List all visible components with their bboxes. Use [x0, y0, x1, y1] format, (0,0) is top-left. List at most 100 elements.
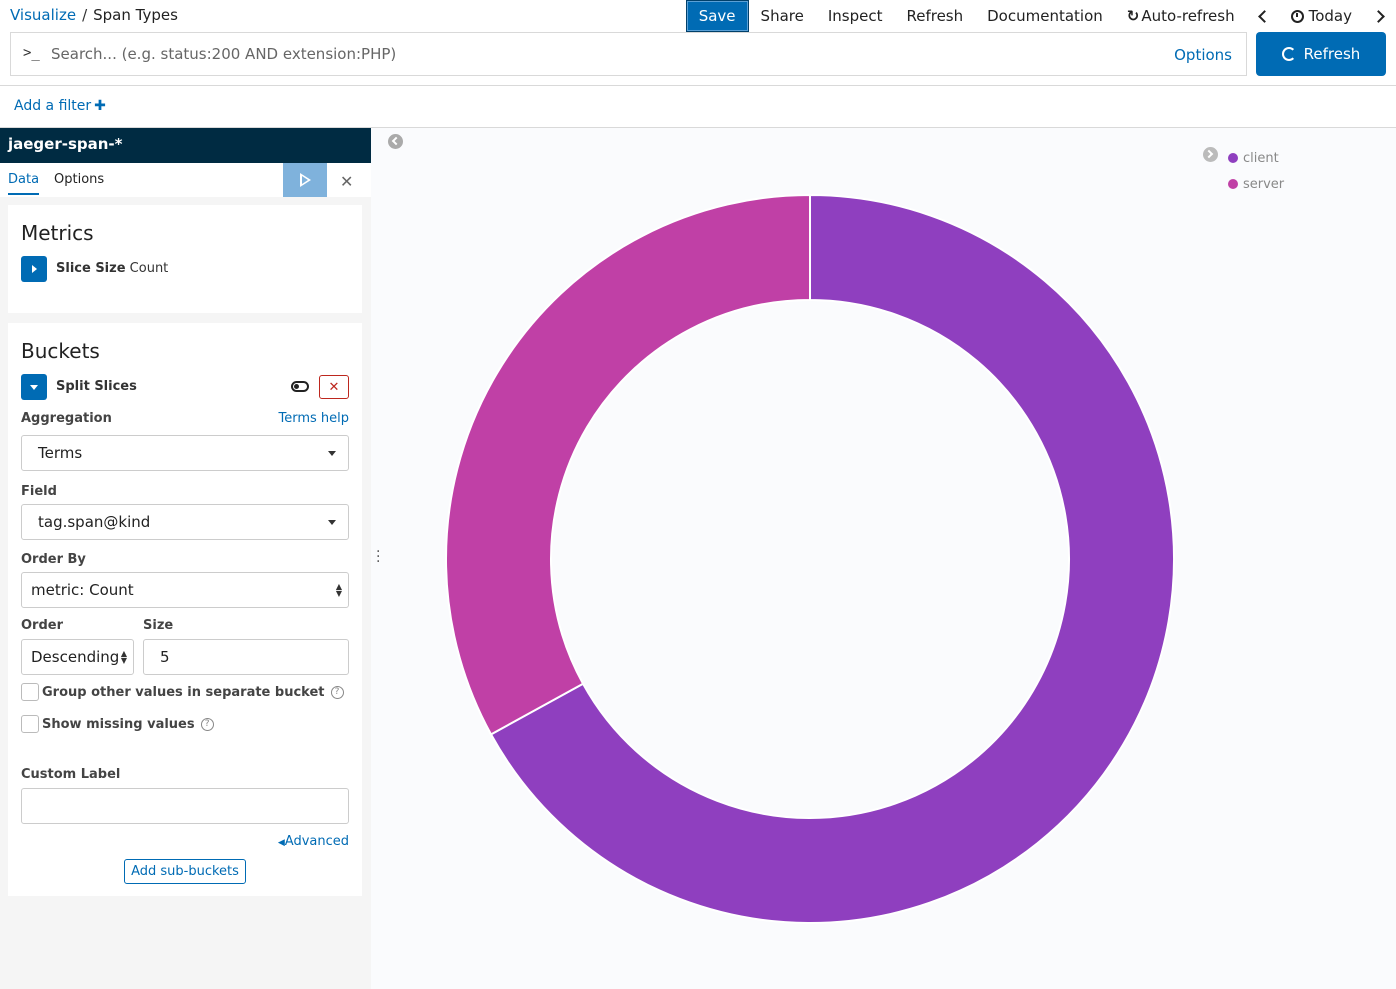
order-by-label: Order By [21, 552, 86, 567]
legend-swatch [1228, 179, 1238, 189]
clock-icon [1290, 9, 1304, 23]
size-label: Size [143, 618, 174, 633]
query-options-link[interactable]: Options [1174, 46, 1232, 64]
add-sub-buckets-button[interactable]: Add sub-buckets [124, 859, 246, 884]
remove-agg-button[interactable]: ✕ [319, 375, 349, 399]
collapse-sidebar-icon[interactable] [388, 134, 403, 149]
buckets-panel: Buckets Split Slices ✕ Aggregation Terms… [8, 323, 362, 896]
filter-bar: Add a filter ✚ [0, 85, 1396, 128]
aggregation-value: Terms [38, 444, 83, 462]
metric-agg-title: Slice Size Count [56, 261, 168, 276]
buckets-title: Buckets [21, 339, 100, 363]
donut-slice-server[interactable] [445, 194, 811, 736]
chart-legend: client server [1228, 145, 1284, 197]
add-filter-link[interactable]: Add a filter ✚ [14, 98, 106, 114]
play-icon [299, 173, 311, 187]
order-select[interactable]: Descending ▲ ▼ [21, 639, 134, 675]
refresh-button[interactable]: Refresh [1256, 32, 1386, 76]
time-picker-label: Today [1308, 7, 1352, 25]
updown-arrows-icon: ▲ ▼ [335, 582, 342, 598]
auto-refresh-button[interactable]: ↻ Auto-refresh [1115, 0, 1247, 32]
refresh-menu-button[interactable]: Refresh [894, 0, 975, 32]
custom-label-input[interactable] [21, 788, 349, 824]
toggle-agg-icon[interactable] [291, 381, 309, 392]
metric-agg-name: Slice Size [56, 261, 126, 276]
auto-refresh-label: Auto-refresh [1141, 7, 1235, 25]
field-select[interactable]: tag.span@kind [21, 504, 349, 540]
legend-swatch [1228, 153, 1238, 163]
documentation-button[interactable]: Documentation [975, 0, 1115, 32]
group-other-row: Group other values in separate bucket? [21, 683, 344, 701]
order-value: Descending [31, 648, 120, 666]
breadcrumb: Visualize / Span Types [10, 6, 178, 24]
group-other-label: Group other values in separate bucket [42, 684, 325, 700]
bucket-collapse-toggle[interactable] [21, 374, 47, 400]
breadcrumb-current: Span Types [93, 6, 178, 24]
inspect-button[interactable]: Inspect [816, 0, 895, 32]
order-label: Order [21, 618, 63, 633]
legend-toggle-icon[interactable] [1203, 147, 1218, 162]
time-picker-button[interactable]: Today [1279, 0, 1364, 32]
search-input[interactable] [51, 39, 1151, 69]
terms-help-link[interactable]: Terms help [278, 411, 349, 426]
donut-chart [445, 194, 1175, 924]
field-value: tag.span@kind [38, 513, 151, 531]
metrics-panel: Metrics Slice Size Count [8, 205, 362, 313]
order-by-value: metric: Count [31, 581, 134, 599]
group-other-checkbox[interactable] [21, 683, 39, 701]
metric-expand-toggle[interactable] [21, 256, 47, 282]
field-label: Field [21, 484, 57, 499]
show-missing-label: Show missing values [42, 716, 195, 732]
dropdown-caret-icon [328, 520, 336, 525]
share-button[interactable]: Share [749, 0, 816, 32]
caret-right-icon [31, 265, 37, 273]
custom-label-label: Custom Label [21, 767, 121, 782]
time-back-button[interactable] [1251, 0, 1275, 32]
dropdown-caret-icon [328, 451, 336, 456]
editor-sidebar: jaeger-span-* Data Options ✕ Metrics Sli… [0, 128, 371, 989]
apply-changes-button[interactable] [283, 163, 327, 197]
resize-handle[interactable]: · · · [376, 545, 380, 569]
top-nav-menu: Save Share Inspect Refresh Documentation… [685, 0, 1396, 32]
time-forward-button[interactable] [1368, 0, 1392, 32]
auto-refresh-icon: ↻ [1126, 7, 1140, 25]
caret-down-icon [30, 384, 38, 390]
plus-icon: ✚ [94, 98, 106, 114]
show-missing-checkbox[interactable] [21, 715, 39, 733]
help-icon[interactable]: ? [330, 685, 344, 699]
top-nav: Visualize / Span Types Save Share Inspect … [0, 0, 1396, 32]
updown-arrows-icon: ▲ ▼ [120, 649, 127, 665]
visualization-area: · · · client server [371, 128, 1396, 989]
metrics-title: Metrics [21, 221, 94, 245]
aggregation-select[interactable]: Terms [21, 435, 349, 471]
aggregation-label: Aggregation [21, 411, 112, 426]
metric-agg-type: Count [129, 261, 169, 276]
refresh-icon [1281, 47, 1296, 61]
legend-label: client [1243, 150, 1279, 166]
order-by-select[interactable]: metric: Count ▲ ▼ [21, 572, 349, 608]
show-missing-row: Show missing values? [21, 715, 214, 733]
legend-item-client[interactable]: client [1228, 145, 1284, 171]
discard-changes-button[interactable]: ✕ [340, 172, 353, 191]
tab-options[interactable]: Options [54, 172, 104, 187]
save-button[interactable]: Save [685, 0, 749, 32]
sidebar-tabs: Data Options ✕ [0, 163, 371, 197]
chevron-right-icon [1372, 9, 1385, 23]
legend-label: server [1243, 176, 1285, 192]
breadcrumb-separator: / [82, 6, 88, 24]
query-prompt-icon: >_ [23, 45, 40, 61]
size-input[interactable] [143, 639, 349, 675]
legend-item-server[interactable]: server [1228, 171, 1284, 197]
query-bar: >_ Options [10, 32, 1247, 76]
tab-data[interactable]: Data [8, 172, 40, 195]
bucket-agg-name: Split Slices [56, 379, 137, 394]
chevron-left-icon [1257, 9, 1271, 23]
index-pattern-title: jaeger-span-* [0, 128, 371, 163]
advanced-toggle-link[interactable]: ◀Advanced [278, 834, 349, 849]
breadcrumb-visualize-link[interactable]: Visualize [10, 6, 76, 24]
add-filter-label: Add a filter [14, 98, 92, 114]
help-icon[interactable]: ? [200, 717, 214, 731]
bucket-agg-title: Split Slices [56, 379, 137, 394]
refresh-button-label: Refresh [1303, 45, 1361, 63]
caret-left-icon: ◀ [277, 838, 285, 848]
